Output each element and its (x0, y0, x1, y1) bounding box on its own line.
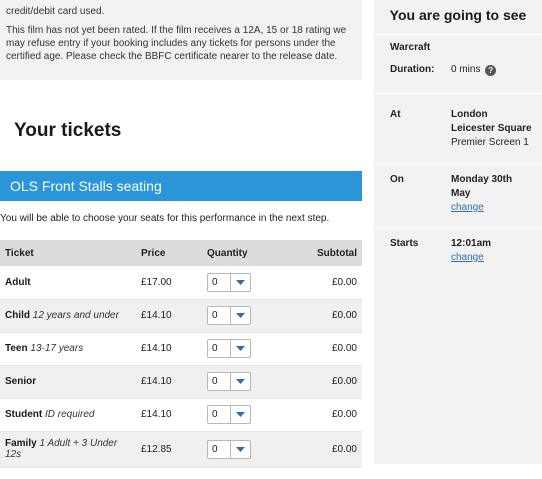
divider (374, 34, 542, 35)
quantity-select[interactable]: 0 (207, 272, 251, 292)
rating-notice: credit/debit card used. This film has no… (0, 0, 362, 80)
quantity-select[interactable]: 0 (207, 405, 251, 424)
change-time-link[interactable]: change (451, 251, 491, 265)
ticket-name-cell: Adult (0, 266, 136, 300)
date-line-2: May (451, 188, 471, 199)
quantity-value: 0 (212, 276, 218, 288)
ticket-detail: ID required (45, 409, 95, 420)
date-details: Monday 30th May change (451, 173, 512, 215)
cinema-name-line-2: Leicester Square (451, 123, 532, 134)
ticket-name-cell: Child 12 years and under (0, 299, 136, 333)
ticket-name-cell: Family 1 Adult + 3 Under 12s (0, 431, 136, 468)
booking-summary-panel: You are going to see Warcraft Duration: … (374, 0, 542, 464)
duration-value-wrap: 0 mins ? (451, 63, 497, 77)
ticket-price: £12.85 (136, 431, 202, 468)
starts-label: Starts (390, 238, 419, 249)
ticket-detail: 13-17 years (30, 343, 84, 354)
dropdown-arrow-icon[interactable] (230, 307, 250, 324)
on-label: On (390, 174, 404, 185)
quantity-value: 0 (212, 343, 218, 354)
column-header-ticket: Ticket (0, 240, 136, 266)
change-date-link[interactable]: change (451, 201, 512, 215)
ticket-name-cell: Teen 13-17 years (0, 332, 136, 366)
ticket-type: Family (5, 438, 37, 449)
table-row: Student ID required £14.10 0 £0.00 (0, 398, 362, 432)
ticket-type: Child (5, 310, 30, 321)
quantity-cell: 0 (202, 365, 312, 399)
quantity-cell: 0 (202, 431, 312, 468)
dropdown-arrow-icon[interactable] (230, 373, 250, 390)
ticket-type: Senior (5, 376, 37, 387)
ticket-type: Teen (5, 343, 28, 354)
column-header-quantity: Quantity (202, 240, 312, 266)
question-circle-icon[interactable]: ? (485, 65, 497, 76)
ticket-type: Student (5, 409, 43, 420)
dropdown-arrow-icon[interactable] (230, 440, 250, 458)
quantity-select[interactable]: 0 (207, 339, 251, 358)
quantity-cell: 0 (202, 398, 312, 432)
table-row: Teen 13-17 years £14.10 0 £0.00 (0, 332, 362, 366)
quantity-select[interactable]: 0 (207, 439, 251, 459)
cinema-name-line-1: London (451, 109, 488, 120)
table-row: Senior £14.10 0 £0.00 (0, 365, 362, 399)
dropdown-arrow-icon[interactable] (230, 340, 250, 357)
duration-label: Duration: (390, 64, 435, 75)
quantity-cell: 0 (202, 332, 312, 366)
notice-line-1: credit/debit card used. (6, 6, 105, 17)
cinema-details: London Leicester Square Premier Screen 1 (451, 108, 532, 150)
tickets-heading: Your tickets (14, 120, 122, 141)
ticket-price: £14.10 (136, 332, 202, 366)
ticket-subtotal: £0.00 (312, 332, 362, 366)
ticket-type: Adult (5, 276, 31, 288)
film-title: Warcraft (390, 42, 431, 53)
choose-seats-note: You will be able to choose your seats fo… (0, 213, 330, 224)
tickets-table: Ticket Price Quantity Subtotal Adult £17… (0, 240, 362, 468)
start-time: 12:01am (451, 238, 492, 249)
notice-line-2: This film has not yet been rated. If the… (6, 25, 347, 62)
table-row: Family 1 Adult + 3 Under 12s £12.85 0 £0… (0, 431, 362, 468)
quantity-value: 0 (212, 409, 218, 420)
ticket-subtotal: £0.00 (312, 398, 362, 432)
time-details: 12:01am change (451, 237, 491, 265)
date-line-1: Monday 30th (451, 174, 513, 185)
quantity-select[interactable]: 0 (207, 306, 251, 325)
divider (374, 227, 542, 228)
divider (374, 93, 542, 94)
screen-name: Premier Screen 1 (451, 137, 529, 148)
seating-area-bar: OLS Front Stalls seating (0, 171, 362, 201)
ticket-subtotal: £0.00 (312, 299, 362, 333)
duration-value: 0 mins (451, 64, 481, 75)
column-header-price: Price (136, 240, 202, 266)
ticket-detail: 12 years and under (32, 310, 119, 321)
tickets-column: credit/debit card used. This film has no… (0, 0, 362, 479)
quantity-value: 0 (212, 310, 218, 321)
quantity-cell: 0 (202, 299, 312, 333)
divider (374, 163, 542, 164)
ticket-subtotal: £0.00 (312, 431, 362, 468)
column-header-subtotal: Subtotal (312, 240, 362, 266)
summary-title: You are going to see (389, 7, 527, 23)
ticket-name-cell: Student ID required (0, 398, 136, 432)
ticket-subtotal: £0.00 (312, 365, 362, 399)
ticket-price: £17.00 (136, 266, 202, 300)
ticket-price: £14.10 (136, 365, 202, 399)
ticket-name-cell: Senior (0, 365, 136, 399)
ticket-price: £14.10 (136, 398, 202, 432)
dropdown-arrow-icon[interactable] (230, 406, 250, 423)
quantity-cell: 0 (202, 266, 312, 300)
quantity-value: 0 (212, 376, 218, 387)
quantity-value: 0 (212, 443, 218, 455)
at-label: At (390, 109, 401, 120)
quantity-select[interactable]: 0 (207, 372, 251, 391)
table-row: Adult £17.00 0 £0.00 (0, 266, 362, 300)
table-header-row: Ticket Price Quantity Subtotal (0, 240, 362, 266)
table-row: Child 12 years and under £14.10 0 £0.00 (0, 299, 362, 333)
ticket-subtotal: £0.00 (312, 266, 362, 300)
ticket-price: £14.10 (136, 299, 202, 333)
dropdown-arrow-icon[interactable] (230, 273, 250, 291)
